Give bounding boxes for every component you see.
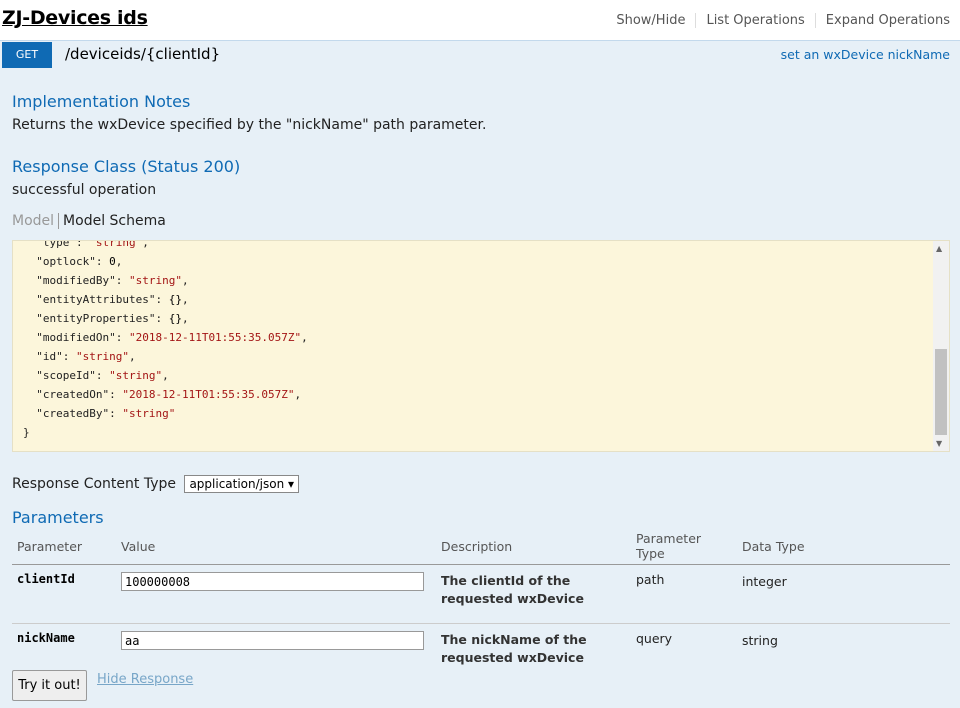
schema-line: "modifiedBy": "string", (23, 274, 189, 287)
schema-value: "string" (128, 274, 182, 287)
data-type: integer (737, 564, 950, 624)
schema-key: "modifiedOn": (23, 331, 129, 344)
response-content-type-label: Response Content Type (12, 476, 176, 492)
tab-model[interactable]: Model (12, 213, 60, 229)
parameters-table: Parameter Value Description Parameter Ty… (12, 531, 950, 683)
schema-line: "scopeId": "string", (23, 369, 169, 382)
schema-key: "type": (23, 240, 90, 249)
scroll-down-arrow-icon[interactable]: ▼ (936, 439, 942, 448)
schema-key: "scopeId": (23, 369, 110, 382)
nick-name-input[interactable] (121, 631, 424, 650)
try-it-out-button[interactable]: Try it out! (12, 670, 87, 701)
response-content-type-select[interactable]: application/json ▾ (184, 475, 300, 493)
param-description: The nickName of the requested wxDevice (441, 632, 587, 665)
http-method-badge[interactable]: GET (2, 42, 52, 68)
schema-line: "entityAttributes": {}, (23, 293, 189, 306)
expand-operations-link[interactable]: Expand Operations (816, 13, 950, 28)
response-class-title: Response Class (Status 200) (12, 157, 241, 176)
operation-path[interactable]: /deviceids/{clientId} (65, 45, 220, 63)
operation-heading[interactable]: GET /deviceids/{clientId} set an wxDevic… (0, 41, 960, 68)
schema-value: 0 (109, 255, 116, 268)
schema-value: {} (168, 293, 182, 306)
header-parameter: Parameter (12, 531, 116, 565)
implementation-notes-title: Implementation Notes (12, 92, 191, 111)
param-description: The clientId of the requested wxDevice (436, 564, 631, 624)
schema-key: "optlock": (23, 255, 110, 268)
resource-links: Show/Hide List Operations Expand Operati… (606, 13, 950, 28)
table-row: clientId The clientId of the requested w… (12, 564, 950, 624)
schema-key: "entityProperties": (23, 312, 169, 325)
scroll-thumb[interactable] (935, 349, 947, 435)
schema-value: {} (168, 312, 182, 325)
schema-value: "2018-12-11T01:55:35.057Z" (128, 331, 302, 344)
header-data-type: Data Type (737, 531, 950, 565)
schema-line: "modifiedOn": "2018-12-11T01:55:35.057Z"… (23, 331, 308, 344)
param-name: clientId (12, 564, 116, 624)
schema-key: "createdOn": (23, 388, 123, 401)
operation-summary[interactable]: set an wxDevice nickName (781, 47, 950, 62)
schema-line: "createdOn": "2018-12-11T01:55:35.057Z", (23, 388, 302, 401)
schema-value: "2018-12-11T01:55:35.057Z" (122, 388, 295, 401)
model-tabs: Model Model Schema (12, 213, 166, 229)
resource-header: ZJ-Devices ids Show/Hide List Operations… (0, 0, 960, 40)
list-operations-link[interactable]: List Operations (696, 13, 816, 28)
response-class-text: successful operation (12, 182, 157, 198)
schema-close-brace: } (23, 426, 30, 439)
schema-line: "type": "string", (23, 240, 308, 252)
schema-value: "string" (122, 407, 176, 420)
schema-value: "string" (75, 350, 129, 363)
hide-response-link[interactable]: Hide Response (97, 672, 193, 687)
schema-key: "id": (23, 350, 76, 363)
schema-code: "type": "string", "optlock": 0, "modifie… (23, 240, 308, 442)
header-description: Description (436, 531, 631, 565)
header-value: Value (116, 531, 436, 565)
param-type: path (631, 564, 737, 624)
schema-value: "string" (89, 240, 143, 249)
client-id-input[interactable] (121, 572, 424, 591)
schema-line: "entityProperties": {}, (23, 312, 189, 325)
schema-line: "optlock": 0, (23, 255, 123, 268)
snippet-scrollbar[interactable]: ▲ ▼ (933, 241, 949, 451)
schema-key: "createdBy": (23, 407, 123, 420)
scroll-up-arrow-icon[interactable]: ▲ (936, 244, 942, 253)
operation-panel: GET /deviceids/{clientId} set an wxDevic… (0, 40, 960, 708)
tab-model-schema[interactable]: Model Schema (59, 213, 166, 229)
data-type: string (742, 633, 778, 648)
param-type: query (636, 631, 673, 646)
model-schema-snippet[interactable]: "type": "string", "optlock": 0, "modifie… (12, 240, 950, 452)
schema-key: "entityAttributes": (23, 293, 169, 306)
response-content-type: Response Content Type application/json ▾ (12, 475, 300, 493)
header-parameter-type: Parameter Type (631, 531, 737, 565)
implementation-notes-text: Returns the wxDevice specified by the "n… (12, 117, 487, 133)
resource-title[interactable]: ZJ-Devices ids (2, 7, 148, 29)
parameters-title: Parameters (12, 508, 104, 527)
schema-line: "id": "string", (23, 350, 136, 363)
schema-key: "modifiedBy": (23, 274, 129, 287)
show-hide-link[interactable]: Show/Hide (606, 13, 697, 28)
schema-value: "string" (109, 369, 163, 382)
schema-line: "createdBy": "string" (23, 404, 308, 423)
